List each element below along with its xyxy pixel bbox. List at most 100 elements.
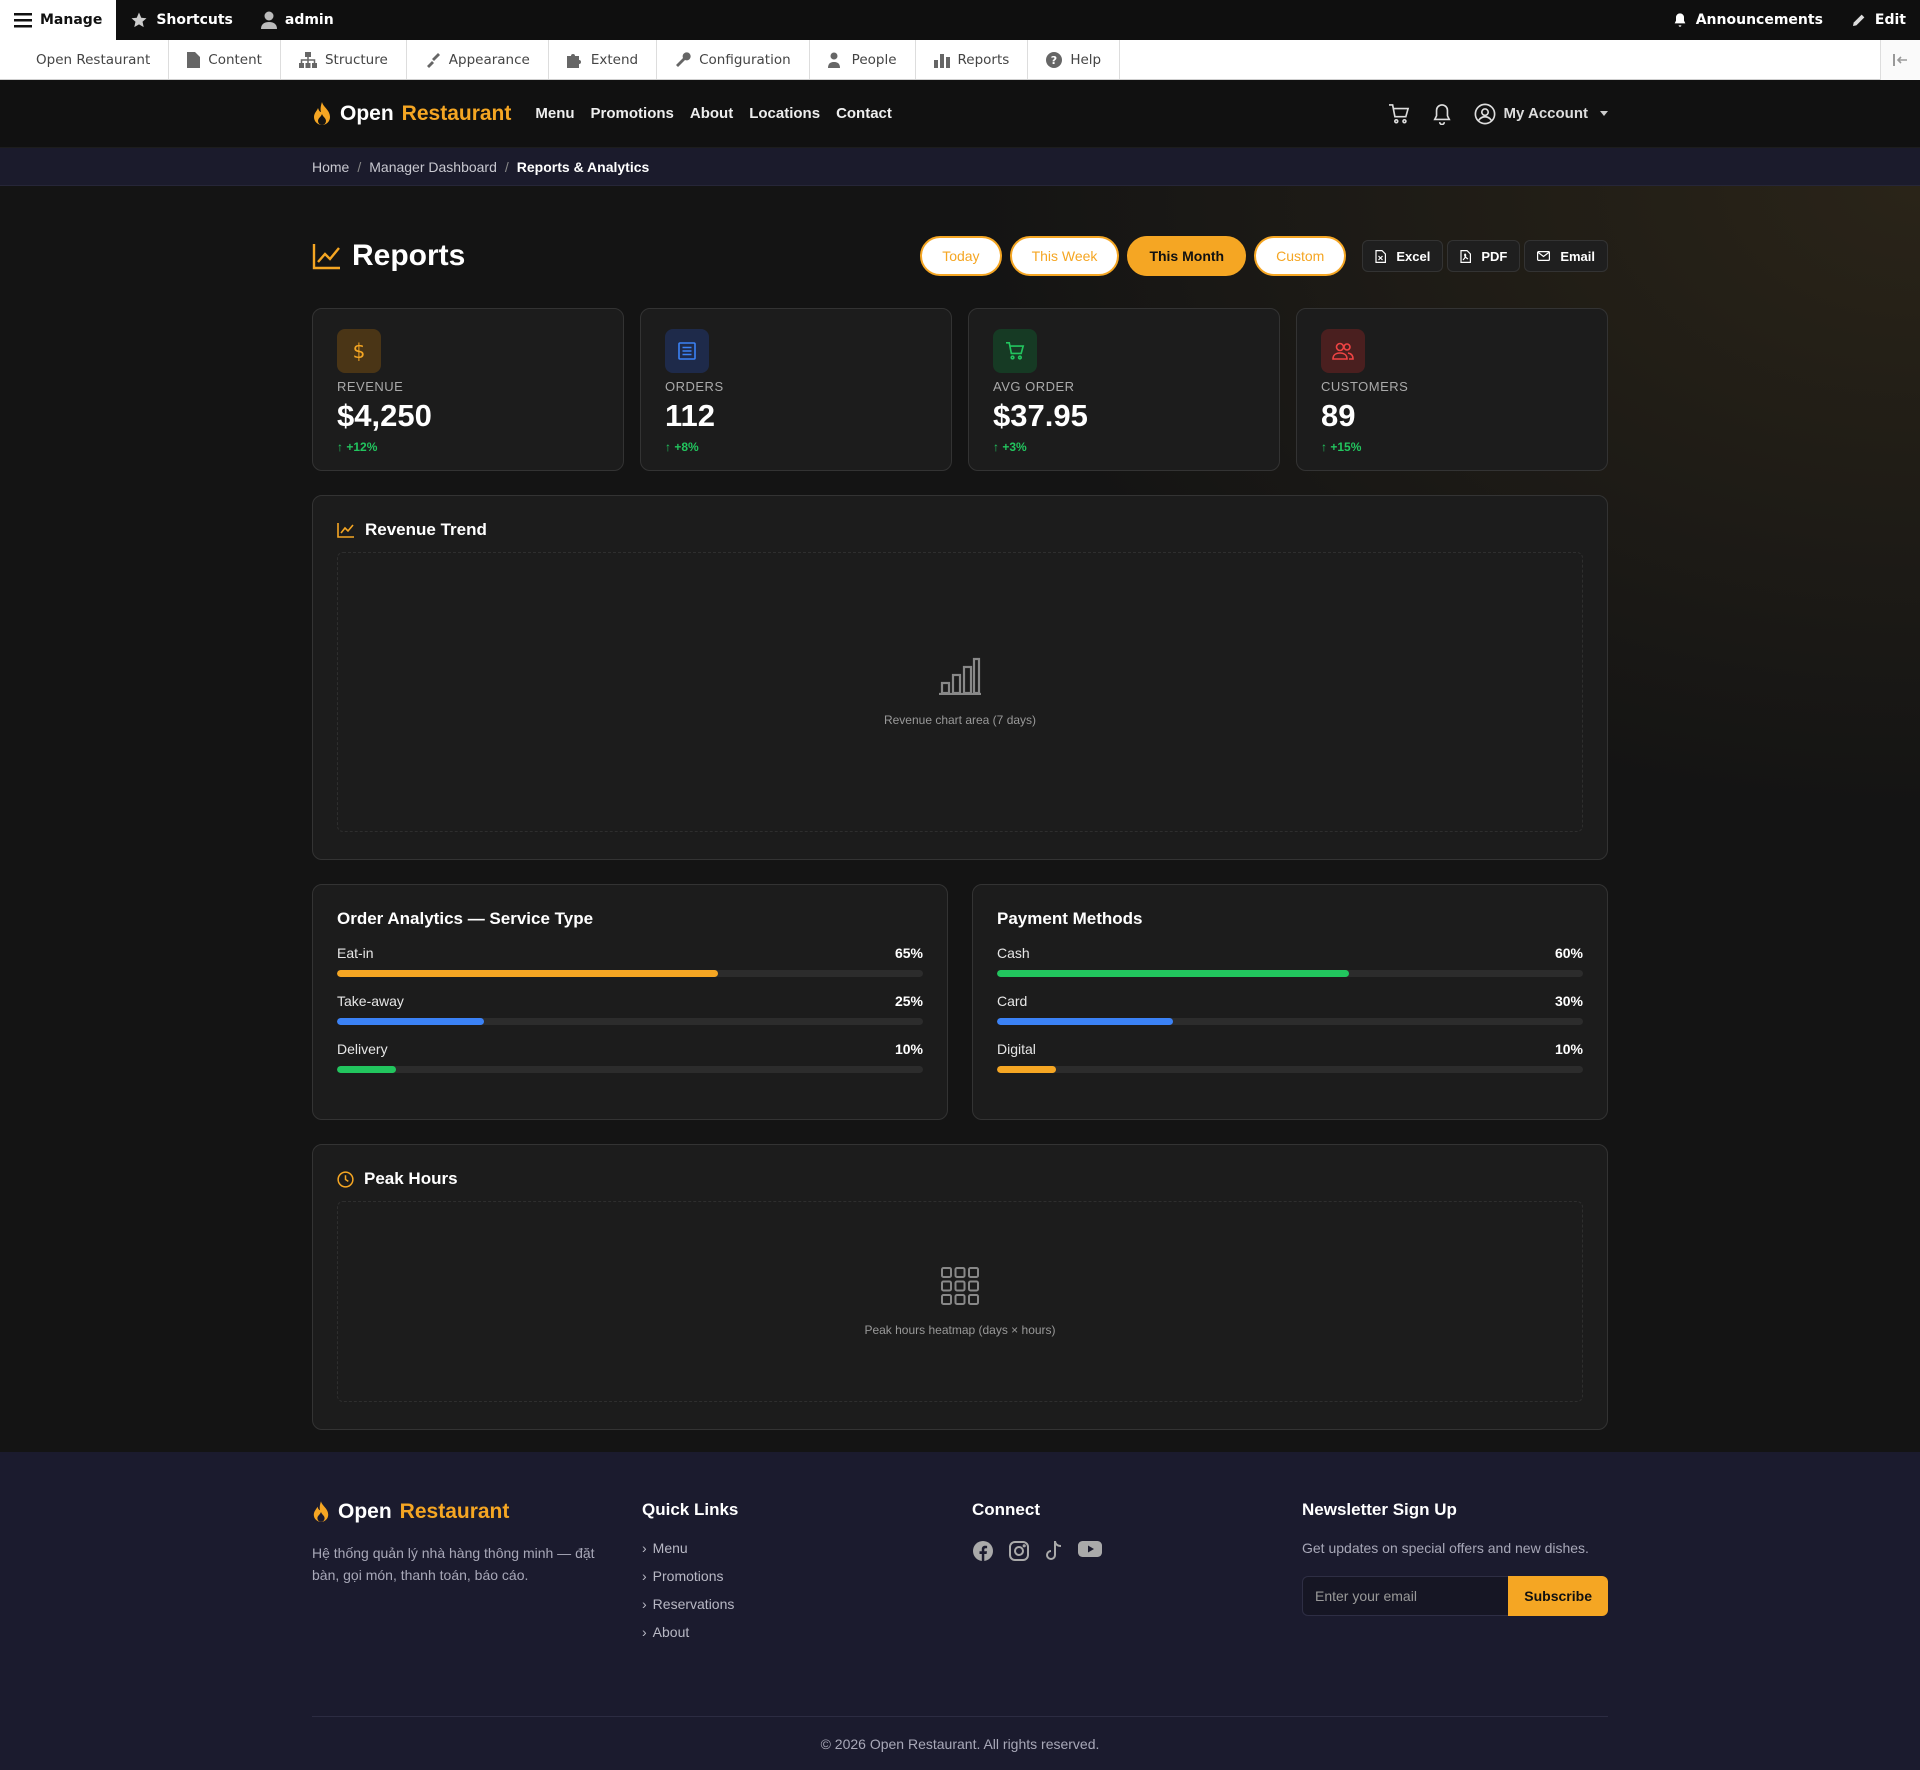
nav-item-about[interactable]: About xyxy=(690,105,733,122)
progress-row: Delivery 10% xyxy=(337,1041,923,1073)
nav-item-promotions[interactable]: Promotions xyxy=(591,105,674,122)
export-email-label: Email xyxy=(1560,248,1595,264)
footer-link-promotions[interactable]: › Promotions xyxy=(642,1568,948,1584)
facebook-icon[interactable] xyxy=(972,1540,994,1562)
kpi-change: ↑ +12% xyxy=(337,440,378,454)
announcements-button[interactable]: Announcements xyxy=(1658,0,1837,40)
shortcuts-button[interactable]: Shortcuts xyxy=(116,0,247,40)
brand-first: Open xyxy=(338,1500,392,1523)
progress-fill xyxy=(997,1018,1173,1025)
paintbrush-icon xyxy=(426,52,440,68)
export-pdf-button[interactable]: PDF xyxy=(1447,240,1521,272)
footer-link-label: Promotions xyxy=(652,1568,724,1584)
breadcrumb-separator: / xyxy=(357,158,362,175)
nav-item-locations[interactable]: Locations xyxy=(749,105,820,122)
breadcrumb-dashboard[interactable]: Manager Dashboard xyxy=(369,159,497,175)
footer-logo[interactable]: Open Restaurant xyxy=(312,1500,618,1524)
notification-bell-icon[interactable] xyxy=(1432,103,1452,125)
tray-item-people[interactable]: People xyxy=(810,40,916,79)
range-custom-button[interactable]: Custom xyxy=(1254,236,1347,276)
line-chart-icon xyxy=(337,523,354,538)
kpi-label: REVENUE xyxy=(337,379,404,394)
progress-percent: 10% xyxy=(1554,1041,1583,1057)
wrench-icon xyxy=(676,51,691,67)
receipt-icon xyxy=(665,329,709,373)
tray-item-content[interactable]: Content xyxy=(169,40,281,79)
user-button[interactable]: admin xyxy=(247,0,348,40)
breadcrumb-home[interactable]: Home xyxy=(312,159,349,175)
shortcuts-label: Shortcuts xyxy=(156,12,233,28)
progress-track xyxy=(337,970,923,977)
range-week-button[interactable]: This Week xyxy=(1009,236,1120,276)
tray-item-configuration[interactable]: Configuration xyxy=(657,40,810,79)
tray-item-label: Reports xyxy=(957,51,1010,68)
panel-title-text: Peak Hours xyxy=(364,1169,458,1188)
sitemap-icon xyxy=(298,51,317,68)
range-today-button[interactable]: Today xyxy=(920,236,1002,276)
footer-link-reservations[interactable]: › Reservations xyxy=(642,1596,948,1612)
brand-second: Restaurant xyxy=(399,1500,510,1523)
progress-row: Digital 10% xyxy=(997,1041,1583,1073)
tray-item-help[interactable]: ? Help xyxy=(1028,40,1121,79)
bell-icon xyxy=(1674,13,1686,27)
subscribe-button[interactable]: Subscribe xyxy=(1508,1576,1608,1616)
tray-item-structure[interactable]: Structure xyxy=(281,40,407,79)
panel-title: Payment Methods xyxy=(997,909,1143,928)
account-menu[interactable]: My Account xyxy=(1474,103,1608,125)
footer-link-label: About xyxy=(652,1624,690,1640)
clock-icon xyxy=(337,1170,354,1188)
page-title: Reports xyxy=(312,239,465,273)
progress-percent: 25% xyxy=(894,993,923,1009)
tray-item-appearance[interactable]: Appearance xyxy=(407,40,549,79)
breadcrumb-current: Reports & Analytics xyxy=(516,158,650,175)
instagram-icon[interactable] xyxy=(1008,1540,1030,1562)
nav-item-menu[interactable]: Menu xyxy=(535,105,574,122)
grid-icon xyxy=(941,1266,979,1305)
site-logo[interactable]: Open Restaurant xyxy=(312,101,511,126)
kpi-card-customers: CUSTOMERS 89 ↑ +15% xyxy=(1296,308,1608,471)
kpi-label: AVG ORDER xyxy=(993,379,1075,394)
youtube-icon[interactable] xyxy=(1078,1540,1102,1558)
progress-fill xyxy=(337,1066,396,1073)
progress-row: Take-away 25% xyxy=(337,993,923,1025)
tray-item-label: Structure xyxy=(324,51,388,68)
footer-link-menu[interactable]: › Menu xyxy=(642,1540,948,1556)
export-excel-button[interactable]: Excel xyxy=(1362,240,1444,272)
progress-percent: 65% xyxy=(894,945,923,961)
progress-label: Take-away xyxy=(337,993,404,1009)
nav-item-contact[interactable]: Contact xyxy=(836,105,892,122)
footer-links-column: Quick Links › Menu › Promotions › Reservati… xyxy=(642,1500,948,1716)
progress-percent: 60% xyxy=(1554,945,1583,961)
footer-link-about[interactable]: › About xyxy=(642,1624,948,1640)
tray-item-label: Appearance xyxy=(448,51,530,68)
dollar-icon: $ xyxy=(337,329,381,373)
manage-button[interactable]: Manage xyxy=(0,0,117,40)
tray-item-reports[interactable]: Reports xyxy=(916,40,1029,79)
file-icon xyxy=(187,51,201,68)
tray-item-home[interactable]: Open Restaurant xyxy=(0,40,170,79)
panel-title: Order Analytics — Service Type xyxy=(337,909,594,928)
svg-text:$: $ xyxy=(353,340,366,362)
bar-chart-icon xyxy=(933,53,950,68)
revenue-chart-placeholder: Revenue chart area (7 days) xyxy=(337,552,1583,832)
user-icon xyxy=(260,11,277,29)
newsletter-email-input[interactable] xyxy=(1302,1576,1509,1616)
footer-description: Hệ thống quản lý nhà hàng thông minh — đ… xyxy=(312,1545,595,1583)
site-header: Open Restaurant Menu Promotions About Loc… xyxy=(0,80,1920,148)
cart-icon[interactable] xyxy=(1388,103,1410,124)
tiktok-icon[interactable] xyxy=(1044,1540,1064,1562)
placeholder-text: Revenue chart area (7 days) xyxy=(883,713,1037,727)
export-email-button[interactable]: Email xyxy=(1524,240,1608,272)
account-label: My Account xyxy=(1503,105,1588,122)
footer-heading: Connect xyxy=(972,1500,1040,1519)
hamburger-icon xyxy=(14,13,32,28)
range-month-button[interactable]: This Month xyxy=(1127,236,1247,276)
kpi-label: CUSTOMERS xyxy=(1321,379,1409,394)
progress-label: Eat-in xyxy=(337,945,374,961)
kpi-value: 112 xyxy=(665,398,716,433)
edit-button[interactable]: Edit xyxy=(1837,0,1920,40)
kpi-label: ORDERS xyxy=(665,379,724,394)
progress-row: Card 30% xyxy=(997,993,1583,1025)
tray-item-extend[interactable]: Extend xyxy=(549,40,658,79)
tray-collapse-button[interactable] xyxy=(1880,40,1920,80)
